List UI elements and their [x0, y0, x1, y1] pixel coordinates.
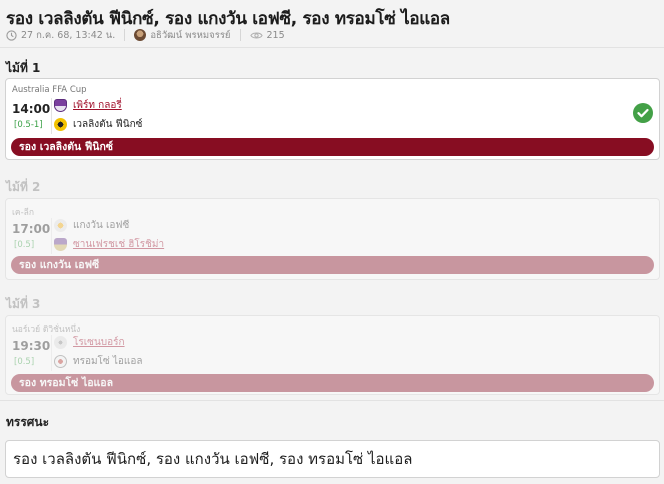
gangwon-fc-logo	[54, 218, 67, 232]
tromso-il-logo	[54, 354, 67, 368]
summary-label: ทรรศนะ	[6, 415, 50, 429]
handicap-value: [0.5-1]	[14, 120, 43, 130]
perth-glory-logo	[54, 98, 67, 112]
column-divider	[51, 335, 52, 371]
away-team-name[interactable]: ซานเฟรชเช่ ฮิโรชิม่า	[73, 237, 164, 252]
home-team[interactable]: เพิร์ท กลอรี่	[54, 97, 122, 113]
home-team-name[interactable]: แกงวัน เอฟซี	[73, 218, 129, 233]
away-team-name[interactable]: ทรอมโซ่ ไอแอล	[73, 354, 143, 369]
check-circle-icon	[633, 103, 653, 123]
home-team-name[interactable]: เพิร์ท กลอรี่	[73, 98, 122, 113]
home-team[interactable]: โรเซนบอร์ก	[54, 334, 125, 350]
divider	[0, 47, 664, 48]
column-divider	[51, 218, 52, 254]
author-name[interactable]: อธิวัฒน์ พรหมจรรย์	[150, 28, 230, 43]
column-divider	[51, 98, 52, 134]
clock-icon	[6, 29, 17, 41]
pair-label: ไม้ที่ 3	[6, 297, 41, 311]
post-meta: 27 ก.ค. 68, 13:42 น. อธิวัฒน์ พรหมจรรย์ …	[6, 29, 285, 41]
away-team-name[interactable]: เวลลิงตัน ฟีนิกซ์	[73, 117, 142, 132]
away-team[interactable]: ซานเฟรชเช่ ฮิโรชิม่า	[54, 236, 164, 252]
post-date: 27 ก.ค. 68, 13:42 น.	[21, 29, 116, 41]
pick-bar: รอง ทรอมโซ่ ไอแอล	[11, 374, 654, 392]
home-team[interactable]: แกงวัน เอฟซี	[54, 217, 129, 233]
match-card[interactable]: เค-ลีก 17:00 [0.5] แกงวัน เอฟซี ซานเฟรชเ…	[5, 198, 660, 280]
away-team[interactable]: เวลลิงตัน ฟีนิกซ์	[54, 116, 142, 132]
pair-label: ไม้ที่ 1	[6, 61, 41, 75]
pick-bar: รอง แกงวัน เอฟซี	[11, 256, 654, 274]
rosenborg-logo	[54, 335, 67, 349]
kickoff-time: 14:00	[12, 102, 51, 116]
league-name: Australia FFA Cup	[12, 85, 87, 95]
handicap-value: [0.5]	[14, 357, 35, 367]
handicap-value: [0.5]	[14, 240, 35, 250]
divider	[0, 400, 664, 401]
meta-divider	[124, 29, 126, 41]
meta-divider	[239, 29, 241, 41]
match-card[interactable]: นอร์เวย์ ดิวิชั่นหนึ่ง 19:30 [0.5] โรเซน…	[5, 315, 660, 395]
author-avatar[interactable]	[134, 29, 147, 41]
eye-icon	[249, 30, 263, 41]
view-count: 215	[266, 29, 285, 41]
league-name: เค-ลีก	[12, 208, 35, 218]
summary-box: รอง เวลลิงตัน ฟีนิกซ์, รอง แกงวัน เอฟซี,…	[5, 440, 660, 478]
match-card[interactable]: Australia FFA Cup 14:00 [0.5-1] เพิร์ท ก…	[5, 78, 660, 160]
away-team[interactable]: ทรอมโซ่ ไอแอล	[54, 353, 143, 369]
kickoff-time: 17:00	[12, 222, 51, 236]
home-team-name[interactable]: โรเซนบอร์ก	[73, 335, 125, 350]
sanfrecce-hiroshima-logo	[54, 237, 67, 251]
kickoff-time: 19:30	[12, 339, 51, 353]
pick-bar: รอง เวลลิงตัน ฟีนิกซ์	[11, 138, 654, 156]
pair-label: ไม้ที่ 2	[6, 180, 41, 194]
wellington-phoenix-logo	[54, 117, 67, 131]
